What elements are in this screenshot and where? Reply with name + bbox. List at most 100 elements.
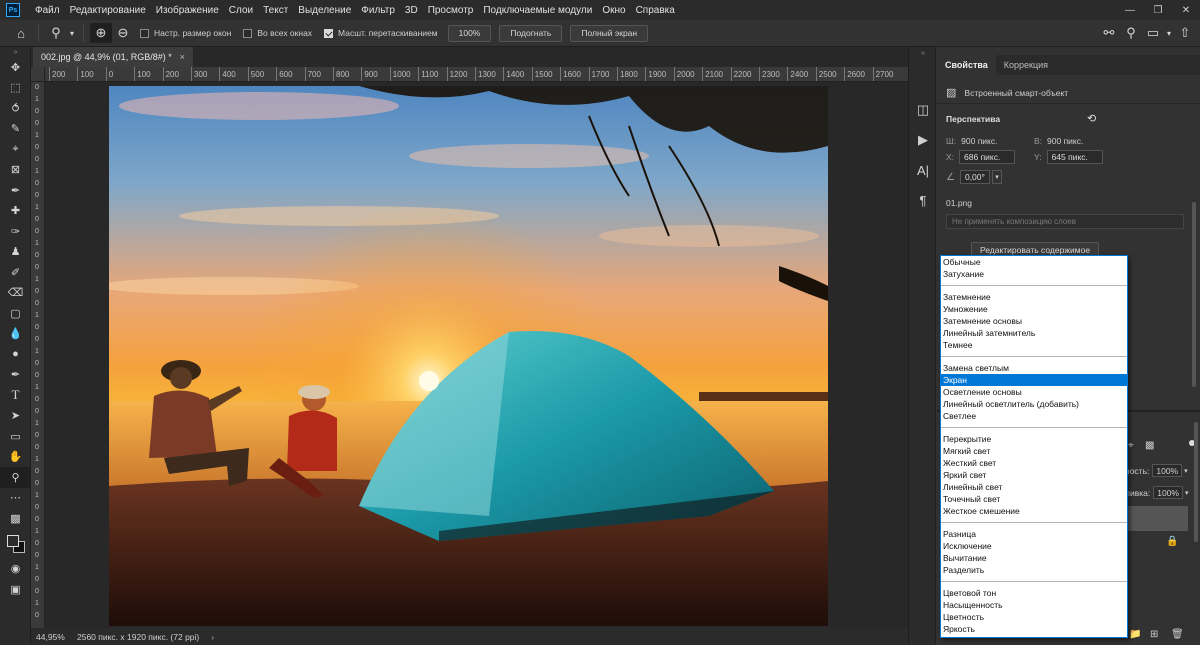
status-menu-arrow[interactable]: › xyxy=(211,632,214,642)
panel-collapse-icon[interactable]: « xyxy=(909,47,937,59)
move-tool-icon[interactable]: ✥ xyxy=(0,57,31,78)
frame-tool-icon[interactable]: ⊠ xyxy=(0,160,31,181)
menu-image[interactable]: Изображение xyxy=(151,5,224,16)
blend-mode-option[interactable]: Осветление основы xyxy=(941,386,1127,398)
search-icon[interactable]: ⚲ xyxy=(1120,23,1142,43)
checkbox-box[interactable] xyxy=(324,28,334,38)
type-tool-icon[interactable]: T xyxy=(0,385,31,406)
lock-all-icon[interactable]: ▩ xyxy=(1145,440,1154,451)
crop-tool-icon[interactable]: ⌖ xyxy=(0,139,31,160)
hand-tool-icon[interactable]: ✋ xyxy=(0,447,31,468)
blend-mode-dropdown[interactable]: Обычные Затухание Затемнение Умножение Затем… xyxy=(940,255,1128,638)
angle-field[interactable]: 0,00° xyxy=(959,170,990,184)
actions-play-icon[interactable]: ▶ xyxy=(909,125,937,155)
all-windows-checkbox[interactable]: Во всех окнах xyxy=(243,28,312,38)
blend-mode-option[interactable]: Яркий свет xyxy=(941,469,1127,481)
blend-mode-option[interactable]: Перекрытие xyxy=(941,433,1127,445)
restore-icon[interactable]: ❐ xyxy=(1144,0,1172,20)
zoom-tool-icon[interactable]: ⚲ xyxy=(0,467,31,488)
quick-select-tool-icon[interactable]: ✎ xyxy=(0,119,31,140)
menu-edit[interactable]: Редактирование xyxy=(65,5,151,16)
blend-mode-option[interactable]: Затемнение xyxy=(941,291,1127,303)
horizontal-ruler[interactable]: 200 100 0 100 200 300 400 500 600 700 800 900 1000 11… xyxy=(45,67,908,82)
blend-mode-option[interactable]: Замена светлым xyxy=(941,362,1127,374)
close-icon[interactable]: ✕ xyxy=(1172,0,1200,20)
layer-row-selected[interactable] xyxy=(1125,506,1188,531)
zoom-tool-preset-icon[interactable]: ⚲ xyxy=(45,23,67,43)
lock-artboard-icon[interactable]: ⌖ xyxy=(1128,440,1134,451)
share-image-icon[interactable]: ⇧ xyxy=(1174,23,1196,43)
menu-filter[interactable]: Фильтр xyxy=(356,5,400,16)
healing-brush-tool-icon[interactable]: ✚ xyxy=(0,201,31,222)
blend-mode-option[interactable]: Разделить xyxy=(941,564,1127,576)
blend-mode-option[interactable]: Светлее xyxy=(941,410,1127,422)
height-value[interactable]: 900 пикс. xyxy=(1047,136,1083,146)
menu-layers[interactable]: Слои xyxy=(224,5,258,16)
blend-mode-option[interactable]: Жесткое смешение xyxy=(941,505,1127,517)
opacity-field[interactable]: 100% xyxy=(1152,464,1183,477)
chevron-down-icon[interactable]: ▾ xyxy=(1184,467,1188,475)
blend-mode-option[interactable]: Точечный свет xyxy=(941,493,1127,505)
close-tab-icon[interactable]: × xyxy=(180,52,185,62)
delete-layer-icon[interactable]: 🗑 xyxy=(1171,629,1184,640)
path-select-tool-icon[interactable]: ➤ xyxy=(0,406,31,427)
chevron-down-icon[interactable]: ▾ xyxy=(1164,23,1174,43)
screen-mode-icon[interactable]: ▣ xyxy=(0,579,31,600)
properties-scrollbar[interactable] xyxy=(1192,202,1196,387)
document-tab[interactable]: 002.jpg @ 44,9% (01, RGB/8#) * × xyxy=(33,47,193,67)
eyedropper-tool-icon[interactable]: ✒ xyxy=(0,180,31,201)
blend-mode-option[interactable]: Насыщенность xyxy=(941,599,1127,611)
tab-properties[interactable]: Свойства xyxy=(937,55,996,75)
menu-help[interactable]: Справка xyxy=(631,5,680,16)
chevron-down-icon[interactable]: ▾ xyxy=(1185,489,1189,497)
eraser-tool-icon[interactable]: ⌫ xyxy=(0,283,31,304)
quick-mask-icon[interactable]: ◉ xyxy=(0,559,31,580)
panel-collapse-icon[interactable]: » xyxy=(0,47,31,57)
blend-mode-option[interactable]: Жесткий свет xyxy=(941,457,1127,469)
menu-plugins[interactable]: Подключаемые модули xyxy=(478,5,597,16)
checkbox-box[interactable] xyxy=(140,28,149,38)
blend-mode-option[interactable]: Исключение xyxy=(941,540,1127,552)
zoom-level[interactable]: 44,95% xyxy=(31,632,71,642)
blend-mode-option[interactable]: Разница xyxy=(941,528,1127,540)
layer-comp-dropdown[interactable]: Не применять композицию слоев xyxy=(946,214,1184,229)
width-value[interactable]: 900 пикс. xyxy=(961,136,997,146)
chevron-down-icon[interactable]: ▾ xyxy=(991,170,1002,184)
rectangle-tool-icon[interactable]: ▭ xyxy=(0,426,31,447)
default-colors-icon[interactable]: ▩ xyxy=(0,508,31,529)
vertical-ruler[interactable]: 0 1 0 0 1 0 0 1 0 0 1 0 0 1 0 0 1 0 0 1 0 0 1 0 0 1 0 0 1 0 0 1 0 0 1 0 0 1 0 0… xyxy=(31,82,45,628)
layers-scrollbar[interactable] xyxy=(1194,422,1198,542)
menu-3d[interactable]: 3D xyxy=(400,5,423,16)
zoom-in-icon[interactable]: ⊕ xyxy=(90,23,112,43)
ruler-corner[interactable] xyxy=(31,67,45,82)
share-icon[interactable]: ⚯ xyxy=(1098,23,1120,43)
fill-field[interactable]: 100% xyxy=(1153,486,1183,499)
fit-screen-button[interactable]: Подогнать xyxy=(499,24,563,42)
blend-mode-option[interactable]: Цветовой тон xyxy=(941,587,1127,599)
scrubby-zoom-checkbox[interactable]: Масшт. перетаскиванием xyxy=(324,28,438,38)
menu-view[interactable]: Просмотр xyxy=(423,5,479,16)
blend-mode-option[interactable]: Линейный осветлитель (добавить) xyxy=(941,398,1127,410)
home-icon[interactable]: ⌂ xyxy=(10,23,32,43)
blend-mode-option[interactable]: Цветность xyxy=(941,611,1127,623)
blend-mode-option[interactable]: Затемнение основы xyxy=(941,315,1127,327)
lasso-tool-icon[interactable]: ⥀ xyxy=(0,98,31,119)
menu-select[interactable]: Выделение xyxy=(293,5,356,16)
tab-adjustments[interactable]: Коррекция xyxy=(996,55,1056,75)
blend-mode-option[interactable]: Темнее xyxy=(941,339,1127,351)
reset-icon[interactable]: ⟲ xyxy=(1087,112,1096,125)
fill-screen-button[interactable]: Полный экран xyxy=(570,24,649,42)
blend-mode-option[interactable]: Вычитание xyxy=(941,552,1127,564)
checkbox-box[interactable] xyxy=(243,28,253,38)
zoom-out-icon[interactable]: ⊖ xyxy=(112,23,134,43)
canvas-photo[interactable] xyxy=(109,86,828,626)
menu-window[interactable]: Окно xyxy=(597,5,630,16)
new-layer-icon[interactable]: ⊞ xyxy=(1150,629,1158,640)
x-field[interactable]: 686 пикс. xyxy=(959,150,1016,164)
paragraph-panel-icon[interactable]: ¶ xyxy=(909,185,937,215)
chevron-down-icon[interactable]: ▾ xyxy=(67,23,77,43)
resize-windows-checkbox[interactable]: Настр. размер окон xyxy=(140,28,231,38)
history-panel-icon[interactable]: ◫ xyxy=(909,95,937,125)
zoom-100-button[interactable]: 100% xyxy=(447,24,492,42)
canvas-area[interactable] xyxy=(45,82,908,628)
